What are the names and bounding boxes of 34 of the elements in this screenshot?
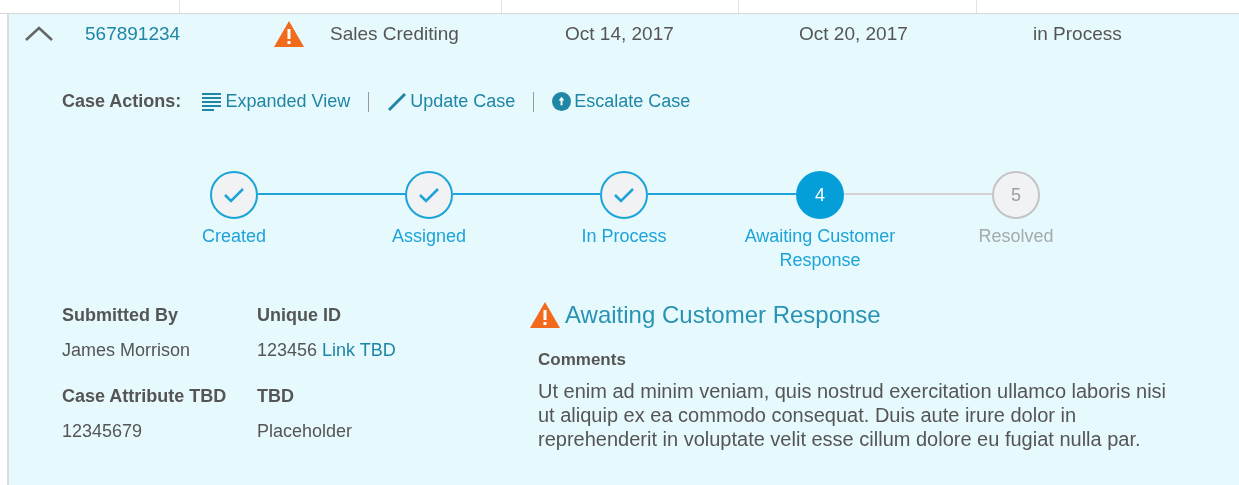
actions-label: Case Actions: [62, 90, 182, 113]
field-value: 12345679 [62, 420, 143, 444]
opened-date: Oct 14, 2017 [565, 21, 675, 46]
detail-link[interactable]: Link TBD [322, 337, 396, 364]
step-label: Assigned [390, 225, 468, 248]
check-icon [418, 187, 440, 203]
check-icon [223, 187, 245, 203]
pencil-icon [387, 91, 408, 112]
action-link[interactable]: Update Case [387, 88, 516, 115]
step-label: Created [200, 225, 267, 248]
check-icon [613, 187, 635, 203]
comments-text: Ut enim ad minim veniam, quis nostrud exercitation ullamco laboris nisi ut aliquip ex ea commodo consequat. Duis aute irure dolor in reprehenderit in voluptate velit esse cillum dolore eu fugiat nulla par. [538, 378, 1168, 451]
case-id-link[interactable]: 567891234 [85, 19, 274, 49]
action-link[interactable]: Escalate Case [552, 88, 691, 115]
step-marker: 4 [796, 171, 844, 219]
case-status: in Process [1033, 21, 1122, 46]
case-type: Sales Crediting [330, 21, 460, 46]
comments-label: Comments [538, 349, 627, 371]
field-label: TBD [257, 385, 295, 409]
field-value: Placeholder [257, 420, 353, 444]
lines-icon [202, 92, 223, 111]
collapse-button[interactable] [23, 24, 55, 44]
step-label: Awaiting Customer Response [743, 225, 897, 272]
action-link[interactable]: Expanded View [202, 88, 351, 115]
updated-date: Oct 20, 2017 [799, 21, 909, 46]
step-marker: 5 [992, 171, 1040, 219]
field-label: Case Attribute TBD [62, 385, 228, 409]
field-value: 123456 [257, 339, 318, 362]
step-label: In Process [580, 225, 668, 248]
field-label: Unique ID [257, 304, 342, 327]
status-heading: Awaiting Customer Response [565, 300, 881, 330]
step-label: Resolved [977, 225, 1055, 248]
field-label: Submitted By [62, 304, 179, 327]
field-value: James Morrison [62, 339, 191, 362]
